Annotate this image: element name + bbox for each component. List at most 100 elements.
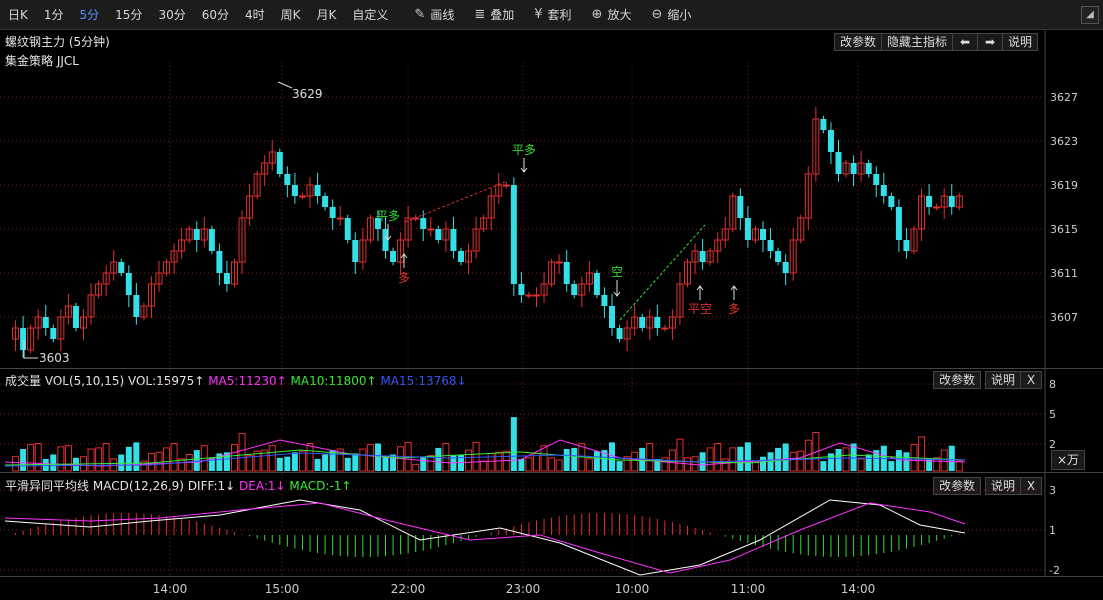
tool-button-0[interactable]: ✎ 画线 (404, 0, 464, 30)
volume-bar-up (246, 455, 254, 472)
volume-bar-down (639, 447, 646, 471)
volume-bar-down (216, 453, 223, 471)
candle-body-up (57, 316, 65, 340)
period-tab-7[interactable]: 周K (273, 0, 309, 30)
period-tab-9[interactable]: 自定义 (344, 0, 396, 30)
candle-body-up (714, 239, 722, 252)
volume-ma5: MA5:11230↑ (208, 374, 287, 388)
macd-params-button[interactable]: 改参数 (933, 477, 982, 495)
volume-bar-up (238, 433, 246, 472)
price-tick-label: 3627 (1050, 91, 1078, 104)
volume-bar-up (155, 451, 163, 472)
candle-body-up (578, 283, 586, 296)
volume-tick-label: 8 (1049, 378, 1056, 391)
volume-bar-up (110, 458, 118, 472)
volume-bar-up (910, 444, 918, 472)
chart-canvas[interactable]: 3629 3603 平多多 平多空平空 多 3627 3623 3619 3615 3611 3… (0, 0, 1103, 600)
macd-close-button[interactable]: X (1020, 477, 1043, 495)
tool-label: 套利 (547, 7, 572, 22)
main-params-button[interactable]: 改参数 (834, 33, 883, 51)
candle-body-down (450, 229, 457, 251)
tool-button-4[interactable]: ⊖ 缩小 (641, 0, 701, 30)
volume-bar-up (306, 443, 314, 472)
volume-bar-up (465, 449, 473, 472)
candle-body-down (314, 185, 321, 196)
volume-ma10-line (4, 449, 966, 466)
volume-bar-up (480, 460, 488, 472)
candle-body-up (336, 217, 344, 220)
volume-bar-down (329, 450, 336, 471)
period-tab-8[interactable]: 月K (309, 0, 345, 30)
period-tab-2[interactable]: 5分 (72, 0, 108, 30)
candle-body-down (563, 262, 570, 284)
volume-bar-down (888, 461, 895, 471)
volume-ma15: MA15:13768↓ (380, 374, 467, 388)
candle-body-up (631, 316, 639, 329)
volume-bar-up (298, 450, 306, 472)
volume-params: VOL(5,10,15) (44, 374, 125, 388)
volume-bar-down (125, 446, 132, 471)
candle-body-down (518, 284, 525, 295)
period-tab-1[interactable]: 1分 (36, 0, 72, 30)
volume-bar-up (27, 444, 35, 472)
volume-bar-down (118, 454, 125, 471)
candle-body-up (668, 316, 676, 329)
signal-label: 空 (611, 265, 623, 279)
candle-body-up (27, 327, 35, 351)
volume-bar-up (495, 451, 503, 472)
collapse-toolbar-icon[interactable]: ◢ (1081, 6, 1099, 24)
tool-button-1[interactable]: ≣ 叠加 (464, 0, 524, 30)
time-tick-label: 23:00 (506, 582, 541, 596)
volume-bar-up (170, 443, 178, 472)
candle-body-up (789, 239, 797, 274)
volume-bar-up (623, 456, 631, 472)
candle-body-up (933, 206, 941, 209)
volume-bar-down (744, 442, 751, 471)
signal-arrow-head (520, 167, 528, 173)
period-tab-3[interactable]: 15分 (107, 0, 150, 30)
candle-body-up (140, 305, 148, 318)
price-tick-label: 3615 (1050, 223, 1078, 236)
scroll-right-button[interactable]: ➡ (977, 33, 1004, 51)
tool-button-2[interactable]: ¥ 套利 (524, 0, 581, 30)
volume-close-button[interactable]: X (1020, 371, 1043, 389)
volume-bar-down (352, 453, 359, 471)
volume-bar-down (382, 455, 389, 471)
candle-body-up (857, 162, 865, 175)
macd-diff: DIFF:1↓ (187, 479, 236, 493)
chart-grid (0, 30, 1046, 576)
signal-arrow-head (384, 235, 392, 241)
volume-bar-down (616, 461, 623, 471)
volume-help-button[interactable]: 说明 (985, 371, 1022, 389)
volume-bar-down (880, 445, 887, 471)
volume-bar-down (435, 447, 442, 471)
candle-body-down (458, 251, 464, 262)
trend-line-green (619, 224, 706, 321)
tool-button-3[interactable]: ⊕ 放大 (582, 0, 642, 30)
macd-help-button[interactable]: 说明 (985, 477, 1022, 495)
scroll-left-button[interactable]: ⬅ (952, 33, 979, 51)
period-tab-4[interactable]: 30分 (150, 0, 193, 30)
signal-arrow-head (613, 291, 621, 297)
period-tab-5[interactable]: 60分 (194, 0, 237, 30)
candle-body-up (910, 228, 918, 252)
candle-body-down (291, 185, 298, 196)
main-help-button[interactable]: 说明 (1002, 33, 1039, 51)
candle-body-up (147, 283, 155, 307)
candle-body-down (827, 130, 834, 152)
volume-params-button[interactable]: 改参数 (933, 371, 982, 389)
candle-body-down (639, 317, 646, 328)
macd-tick-label: 3 (1049, 484, 1056, 497)
period-tab-0[interactable]: 日K (0, 0, 36, 30)
volume-value: VOL:15975↑ (127, 374, 205, 388)
zoom-in-icon: ⊕ (591, 6, 603, 22)
candle-body-up (95, 283, 103, 296)
candle-body-up (185, 228, 193, 241)
signal-arrow-head (696, 285, 704, 291)
volume-bar-down (873, 450, 880, 471)
volume-bar-up (34, 443, 42, 472)
candle-body-down (903, 240, 910, 251)
period-tab-6[interactable]: 4时 (237, 0, 273, 30)
hide-main-indicator-button[interactable]: 隐藏主指标 (881, 33, 954, 51)
volume-bar-up (585, 458, 593, 472)
